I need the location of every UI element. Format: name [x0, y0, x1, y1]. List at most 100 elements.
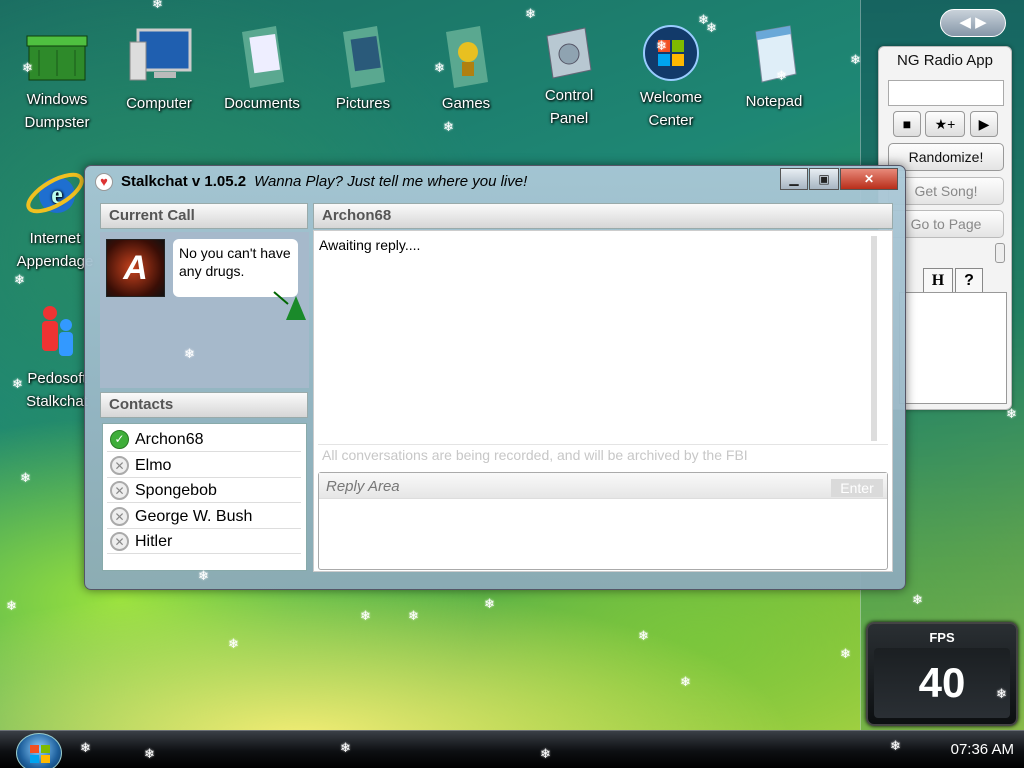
contact-item-elmo[interactable]: ✕ Elmo	[107, 453, 301, 478]
snowflake-icon: ❄	[20, 470, 31, 485]
minimize-button[interactable]: ▁	[780, 168, 808, 190]
fps-display: 40	[874, 648, 1010, 718]
snowflake-icon: ❄	[184, 346, 195, 361]
desktop-icon-welcome-center[interactable]: Welcome Center	[626, 24, 716, 132]
icon-label: Pedosoft Stalkchat	[26, 370, 88, 410]
conversation-text: Awaiting reply....	[319, 237, 421, 253]
play-button[interactable]: ▶	[970, 111, 998, 137]
avatar[interactable]: A	[106, 239, 165, 297]
conversation-scrollbar[interactable]	[871, 236, 877, 441]
offline-status-icon: ✕	[110, 532, 129, 551]
app-subtitle: Wanna Play? Just tell me where you live!	[254, 173, 528, 190]
star-plus-icon: ★+	[934, 116, 956, 132]
notepad-icon	[755, 25, 797, 83]
volume-slider[interactable]	[995, 243, 1005, 263]
snowflake-icon: ❄	[540, 746, 551, 761]
snowflake-icon: ❄	[152, 0, 163, 11]
icon-label: Notepad	[745, 93, 803, 110]
icon-label: Games	[441, 95, 491, 112]
maximize-icon: ▣	[818, 172, 830, 186]
radio-search-input[interactable]	[888, 80, 1004, 106]
radio-title: NG Radio App	[897, 52, 993, 69]
snowflake-icon: ❄	[525, 6, 536, 21]
people-icon	[42, 306, 73, 356]
snowflake-icon: ❄	[228, 636, 239, 651]
pictures-icon	[343, 26, 385, 88]
heart-icon: ♥	[95, 173, 113, 191]
close-button[interactable]: ✕	[840, 168, 898, 190]
clock[interactable]: 07:36 AM	[951, 741, 1014, 758]
close-icon: ✕	[863, 172, 875, 186]
snowflake-icon: ❄	[408, 608, 419, 623]
snowflake-icon: ❄	[340, 740, 351, 755]
snowflake-icon: ❄	[798, 516, 809, 531]
current-call-header: Current Call	[100, 203, 308, 229]
archive-notice: All conversations are being recorded, an…	[322, 447, 748, 463]
window-title: Stalkchat v 1.05.2 Wanna Play? Just tell …	[121, 173, 527, 190]
snowflake-icon: ❄	[144, 746, 155, 761]
desktop-icon-pictures[interactable]: Pictures	[318, 26, 408, 115]
enter-button[interactable]: Enter	[831, 479, 883, 497]
icon-label: Documents	[224, 95, 300, 112]
snowflake-icon: ❄	[443, 119, 454, 134]
snowflake-icon: ❄	[360, 608, 371, 623]
start-button[interactable]	[16, 733, 62, 768]
maximize-button[interactable]: ▣	[809, 168, 839, 190]
contact-item-george-w-bush[interactable]: ✕ George W. Bush	[107, 504, 301, 529]
randomize-button[interactable]: Randomize!	[888, 143, 1004, 171]
welcome-center-icon	[643, 25, 699, 81]
fps-label: FPS	[929, 630, 955, 645]
offline-status-icon: ✕	[110, 481, 129, 500]
fps-meter: FPS 40	[866, 622, 1018, 726]
snowflake-icon: ❄	[706, 20, 717, 35]
call-message-bubble: No you can't have any drugs.	[173, 239, 298, 297]
snowflake-icon: ❄	[80, 740, 91, 755]
reply-placeholder: Reply Area	[326, 478, 400, 495]
snowflake-icon: ❄	[434, 60, 445, 75]
icon-label: Computer	[126, 95, 192, 112]
icon-label: Welcome Center	[639, 89, 703, 129]
snowflake-icon: ❄	[12, 376, 23, 391]
radio-list-area[interactable]	[899, 292, 1007, 404]
snowflake-icon: ❄	[14, 272, 25, 287]
games-icon	[446, 26, 488, 88]
contacts-header: Contacts	[100, 392, 308, 418]
desktop-icon-documents[interactable]: Documents	[217, 26, 307, 115]
offline-status-icon: ✕	[110, 507, 129, 526]
internet-explorer-icon: e	[26, 172, 84, 214]
stop-button[interactable]: ■	[893, 111, 921, 137]
gadget-nav-control[interactable]: ◀ ▶	[940, 9, 1006, 37]
play-icon: ▶	[978, 116, 990, 132]
desktop-icon-computer[interactable]: Computer	[114, 28, 204, 115]
contact-item-archon68[interactable]: ✓ Archon68	[107, 427, 301, 452]
offline-status-icon: ✕	[110, 456, 129, 475]
stop-icon: ■	[902, 116, 912, 132]
snowflake-icon: ❄	[752, 396, 763, 411]
snowflake-icon: ❄	[680, 674, 691, 689]
app-title: Stalkchat v 1.05.2	[121, 173, 247, 190]
favorite-add-button[interactable]: ★+	[925, 111, 965, 137]
snowflake-icon: ❄	[656, 38, 667, 53]
snowflake-icon: ❄	[840, 646, 851, 661]
contact-item-spongebob[interactable]: ✕ Spongebob	[107, 478, 301, 503]
conversation-header: Archon68	[313, 203, 893, 229]
snowflake-icon: ❄	[6, 598, 17, 613]
snowflake-icon: ❄	[22, 60, 33, 75]
tab-help[interactable]: ?	[955, 268, 983, 292]
title-bar[interactable]: ♥ Stalkchat v 1.05.2 Wanna Play? Just tel…	[85, 166, 905, 196]
icon-label: Control Panel	[544, 87, 594, 127]
windows-logo-icon	[30, 745, 50, 763]
snowflake-icon: ❄	[890, 738, 901, 753]
snowflake-icon: ❄	[198, 568, 209, 583]
tab-h[interactable]: H	[923, 268, 953, 292]
desktop-icon-notepad[interactable]: Notepad	[729, 24, 819, 113]
reply-header	[319, 473, 887, 499]
call-message: No you can't have any drugs.	[179, 245, 291, 279]
desktop-icon-windows-dumpster[interactable]: Windows Dumpster	[12, 30, 102, 134]
snowflake-icon: ❄	[1006, 406, 1017, 421]
desktop-icon-control-panel[interactable]: Control Panel	[524, 26, 614, 130]
snowflake-icon: ❄	[532, 320, 543, 335]
snowflake-icon: ❄	[996, 686, 1007, 701]
contact-item-hitler[interactable]: ✕ Hitler	[107, 529, 301, 554]
tree-icon	[273, 291, 306, 320]
